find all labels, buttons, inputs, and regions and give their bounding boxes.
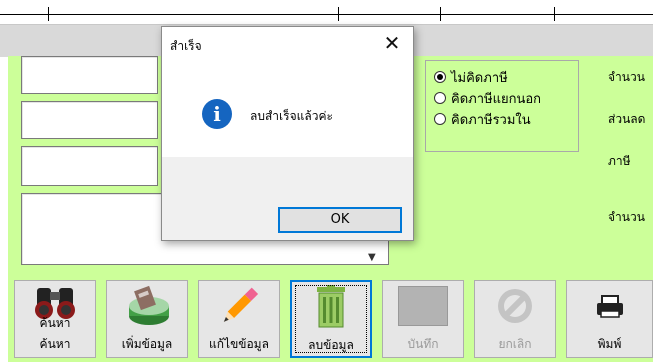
dialog-footer: OK (162, 157, 413, 240)
info-icon: i (202, 99, 232, 129)
binoculars-icon: ค้นหา (30, 283, 80, 329)
tax-label: ภาษี (608, 154, 631, 168)
grid-line (0, 14, 653, 15)
add-record-icon (122, 283, 172, 329)
ok-button[interactable]: OK (278, 207, 402, 233)
amount-label: จำนวน (608, 70, 645, 84)
radio-label: ไม่คิดภาษี (451, 70, 508, 86)
delete-record-button[interactable]: ลบข้อมูล (290, 280, 372, 358)
pencil-icon (214, 283, 264, 329)
radio-label: คิดภาษีแยกนอก (451, 91, 542, 107)
tax-option-group: ไม่คิดภาษี คิดภาษีแยกนอก คิดภาษีรวมใน (425, 60, 579, 152)
dialog-title: สำเร็จ (170, 39, 202, 53)
print-button[interactable]: พิมพ์ (566, 280, 653, 358)
add-record-button[interactable]: เพิ่มข้อมูล (106, 280, 188, 358)
search-icon-caption: ค้นหา (40, 316, 71, 328)
form-field[interactable] (21, 56, 158, 94)
cancel-button[interactable]: ยกเลิก (474, 280, 556, 358)
success-dialog: สำเร็จ ✕ i ลบสำเร็จแล้วค่ะ OK (161, 26, 414, 241)
grid-column-divider (440, 7, 441, 21)
grid-column-divider (554, 7, 555, 21)
total-label: จำนวน (608, 210, 645, 224)
form-field[interactable] (21, 146, 158, 186)
edit-record-button-label: แก้ไขข้อมูล (209, 337, 269, 351)
radio-button-icon[interactable] (434, 71, 446, 83)
edit-record-button[interactable]: แก้ไขข้อมูล (198, 280, 280, 358)
radio-no-tax[interactable]: ไม่คิดภาษี (434, 67, 508, 87)
save-button-label: บันทึก (407, 337, 439, 351)
prohibited-icon (490, 283, 540, 329)
save-button[interactable]: บันทึก (382, 280, 464, 358)
dialog-body: i ลบสำเร็จแล้วค่ะ (162, 59, 413, 159)
radio-button-icon[interactable] (434, 113, 446, 125)
save-icon (398, 283, 448, 329)
form-field[interactable] (21, 101, 158, 139)
printer-icon (585, 283, 635, 329)
print-button-label: พิมพ์ (597, 337, 622, 351)
radio-tax-included[interactable]: คิดภาษีรวมใน (434, 109, 531, 129)
radio-tax-excluded[interactable]: คิดภาษีแยกนอก (434, 88, 541, 108)
trash-icon (306, 284, 356, 330)
search-button-label: ค้นหา (39, 337, 71, 351)
action-toolbar: ค้นหา ค้นหา เพิ่มข้อมูล แก้ไขข้อมูล ลบข้… (8, 274, 653, 362)
search-button[interactable]: ค้นหา ค้นหา (14, 280, 96, 358)
radio-label: คิดภาษีรวมใน (451, 112, 531, 128)
grid-column-divider (338, 7, 339, 21)
radio-button-icon[interactable] (434, 92, 446, 104)
grid-column-divider (48, 7, 49, 21)
delete-record-button-label: ลบข้อมูล (308, 338, 354, 352)
add-record-button-label: เพิ่มข้อมูล (121, 337, 173, 351)
grid-header-strip (0, 0, 653, 24)
cancel-button-label: ยกเลิก (498, 337, 532, 351)
combo-dropdown-icon[interactable]: ▼ (368, 252, 376, 263)
discount-label: ส่วนลด (608, 112, 646, 126)
dialog-message: ลบสำเร็จแล้วค่ะ (250, 109, 333, 123)
close-icon[interactable]: ✕ (377, 29, 407, 57)
